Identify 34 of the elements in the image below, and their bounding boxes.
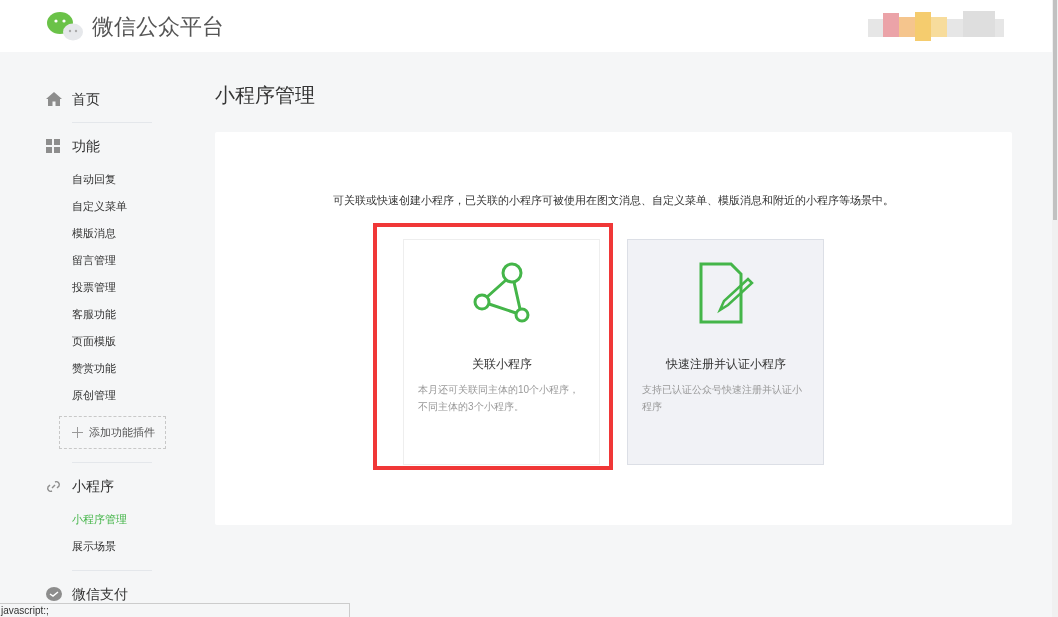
nav-item[interactable]: 留言管理 — [72, 247, 116, 274]
home-icon — [46, 92, 62, 106]
nav-section[interactable]: 小程序 — [72, 475, 114, 497]
link-icon — [46, 478, 61, 494]
card-description: 支持已认证公众号快速注册并认证小程序 — [641, 383, 803, 414]
network-icon — [471, 262, 532, 324]
card-title: 快速注册并认证小程序 — [665, 356, 786, 373]
payment-icon — [46, 587, 62, 601]
card-title: 关联小程序 — [471, 356, 532, 373]
status-bar: javascript:; — [0, 603, 350, 617]
nav-section[interactable]: 功能 — [72, 135, 100, 157]
add-plugin-button[interactable]: 添加功能插件 — [59, 416, 166, 449]
plus-icon — [72, 427, 83, 438]
nav-item[interactable]: 原创管理 — [72, 382, 116, 409]
document-pen-icon — [697, 262, 754, 324]
nav-item[interactable]: 模版消息 — [72, 220, 116, 247]
card-description: 本月还可关联同主体的10个小程序，不同主体的3个小程序。 — [417, 383, 581, 414]
description: 可关联或快速创建小程序，已关联的小程序可被使用在图文消息、自定义菜单、模版消息和附近的小程序等场景中。 — [333, 193, 894, 208]
grid-icon — [46, 139, 60, 153]
page-title: 小程序管理 — [215, 83, 316, 108]
scrollbar-thumb[interactable] — [1053, 0, 1057, 220]
nav-item[interactable]: 页面模版 — [72, 328, 116, 355]
nav-item[interactable]: 赞赏功能 — [72, 355, 116, 382]
logo-icon — [46, 11, 84, 41]
nav-item[interactable]: 自定义菜单 — [72, 193, 127, 220]
nav-section[interactable]: 首页 — [72, 88, 100, 110]
nav-item[interactable]: 展示场景 — [72, 533, 116, 560]
nav-item[interactable]: 客服功能 — [72, 301, 116, 328]
site-title: 微信公众平台 — [92, 12, 224, 41]
option-card[interactable]: 关联小程序 本月还可关联同主体的10个小程序，不同主体的3个小程序。 — [403, 239, 600, 465]
nav-item[interactable]: 投票管理 — [72, 274, 116, 301]
option-card[interactable]: 快速注册并认证小程序 支持已认证公众号快速注册并认证小程序 — [627, 239, 824, 465]
nav-item[interactable]: 自动回复 — [72, 166, 116, 193]
nav-section[interactable]: 微信支付 — [72, 583, 128, 605]
